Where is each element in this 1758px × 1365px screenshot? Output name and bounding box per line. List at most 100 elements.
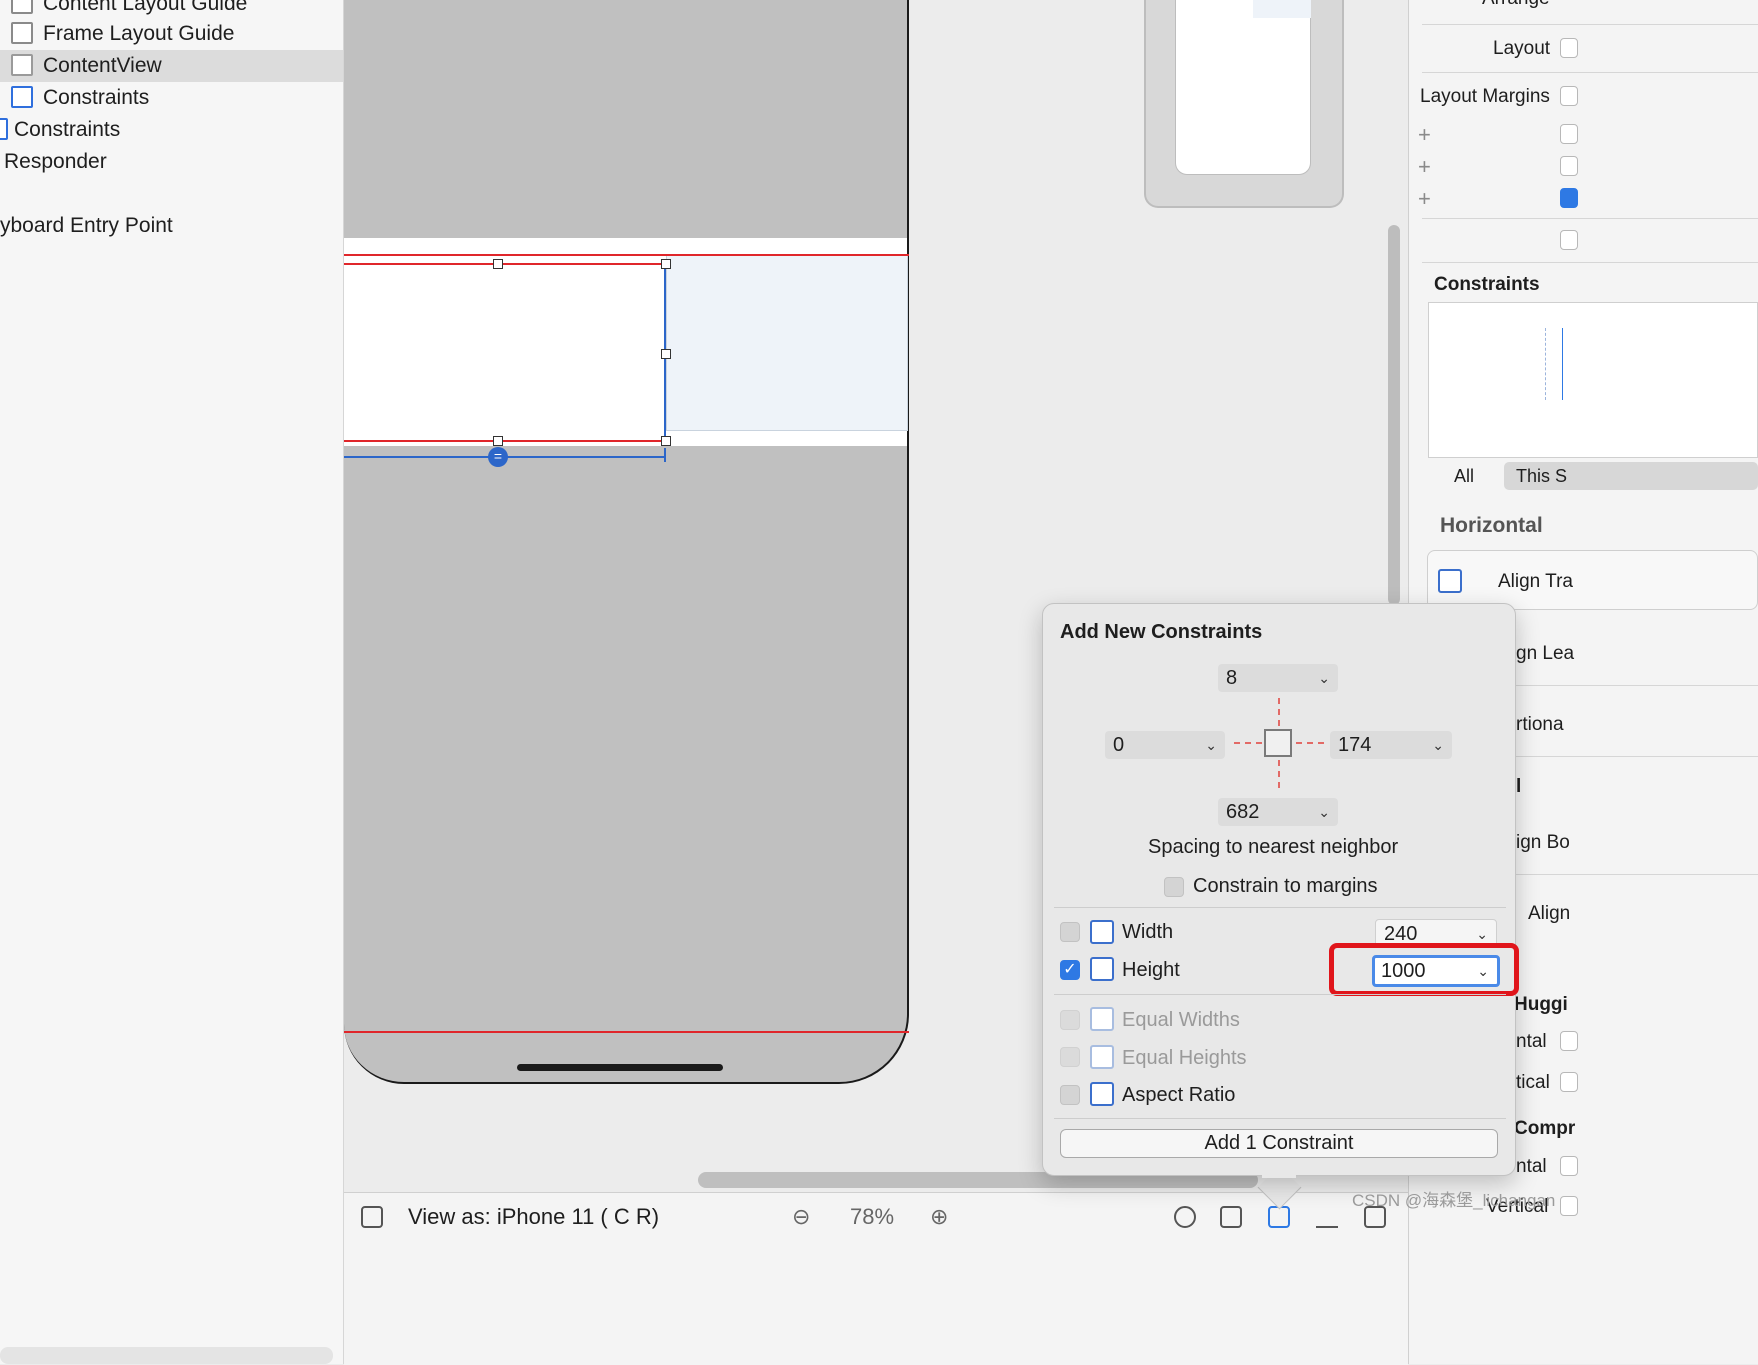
margin-checkbox[interactable] (1560, 156, 1578, 176)
top-spacing-value: 8 (1226, 667, 1238, 689)
update-frames-icon[interactable] (1174, 1206, 1196, 1228)
align-trailing-icon (1438, 569, 1462, 593)
pin-trailing-strut[interactable] (1296, 742, 1324, 744)
add-constraint-button[interactable]: Add 1 Constraint (1060, 1129, 1498, 1158)
chevron-down-icon: ⌄ (1318, 670, 1330, 686)
equal-heights-label: Equal Heights (1122, 1047, 1247, 1069)
trailing-spacing-dropdown[interactable]: 174 ⌄ (1330, 731, 1452, 759)
pin-top-strut[interactable] (1278, 698, 1280, 726)
outline-item-constraints[interactable]: Constraints (0, 82, 343, 114)
pin-center-box (1264, 729, 1292, 757)
horizontal-section-title: Horizontal (1440, 514, 1543, 537)
inspector-divider (1422, 24, 1758, 25)
constraint-row-box[interactable] (1427, 550, 1758, 610)
align-trailing-label[interactable]: Align Tra (1498, 571, 1573, 593)
resize-handle-bottom-right[interactable] (661, 436, 671, 446)
resolve-issues-icon[interactable] (1316, 1206, 1338, 1228)
scroll-view-content[interactable] (666, 255, 908, 431)
constrain-margins-label: Constrain to margins (1193, 875, 1378, 897)
outline-item-constraints-parent[interactable]: Constraints (0, 114, 343, 146)
constraint-diagram-dash (1545, 328, 1546, 400)
bottom-spacing-value: 682 (1226, 801, 1260, 823)
resize-handle-top[interactable] (493, 259, 503, 269)
width-label: Width (1122, 921, 1174, 943)
device-preview-strip (1253, 0, 1311, 18)
spacing-label: Spacing to nearest neighbor (1148, 836, 1399, 858)
vertical-fragment-label: l (1516, 776, 1522, 797)
outline-item-label: Responder (4, 150, 107, 173)
device-top-area (344, 0, 909, 238)
resize-handle-right[interactable] (661, 349, 671, 359)
hugging-vertical-label: tical (1516, 1072, 1550, 1093)
plus-icon[interactable]: + (1418, 186, 1431, 212)
resize-handle-bottom[interactable] (493, 436, 503, 446)
hugging-priority-title: Huggi (1514, 994, 1568, 1015)
align-leading-label[interactable]: gn Lea (1516, 643, 1574, 665)
view-as-device-label[interactable]: View as: iPhone 11 ( C R) (408, 1204, 659, 1230)
constraint-line-view-top (344, 263, 666, 265)
compression-horizontal-label: ntal (1516, 1156, 1547, 1177)
device-bottom-area (344, 446, 909, 1084)
popover-divider (1054, 994, 1506, 995)
equal-heights-checkbox[interactable] (1060, 1047, 1080, 1067)
align-bottom-label[interactable]: ign Bo (1516, 832, 1570, 854)
equal-width-badge[interactable]: = (488, 447, 508, 467)
resize-handle-top-right[interactable] (661, 259, 671, 269)
aspect-ratio-checkbox[interactable] (1060, 1085, 1080, 1105)
outline-item-content-layout-guide[interactable]: Content Layout Guide (0, 0, 343, 20)
plus-icon[interactable]: + (1418, 154, 1431, 180)
width-indicator-tick (664, 448, 666, 462)
segment-this-size-class[interactable]: This S (1504, 462, 1758, 490)
selected-contentview[interactable] (344, 264, 666, 442)
constraints-diagram[interactable] (1428, 302, 1758, 458)
margin-checkbox[interactable] (1560, 124, 1578, 144)
document-outline (0, 0, 344, 1364)
hugging-horizontal-field[interactable] (1560, 1031, 1578, 1051)
width-value: 240 (1384, 923, 1418, 945)
device-preview-screen (1175, 0, 1311, 175)
top-spacing-dropdown[interactable]: 8 ⌄ (1218, 664, 1338, 692)
constraint-line-top (344, 254, 909, 256)
aspect-ratio-label: Aspect Ratio (1122, 1084, 1236, 1106)
hugging-vertical-field[interactable] (1560, 1072, 1578, 1092)
pin-bottom-strut[interactable] (1278, 760, 1280, 788)
compression-horizontal-field[interactable] (1560, 1156, 1578, 1176)
outline-item-frame-layout-guide[interactable]: Frame Layout Guide (0, 18, 343, 50)
constraints-section-title: Constraints (1434, 274, 1540, 295)
embed-in-stack-icon[interactable] (1220, 1206, 1242, 1228)
layout-margins-popup[interactable] (1560, 86, 1578, 106)
segment-all[interactable]: All (1434, 462, 1494, 490)
chevron-down-icon: ⌄ (1205, 737, 1217, 753)
align-label[interactable]: Align (1528, 903, 1570, 925)
outline-toggle-icon[interactable] (361, 1206, 383, 1228)
margin-checkbox[interactable] (1560, 230, 1578, 250)
compression-vertical-field[interactable] (1560, 1196, 1578, 1216)
outline-item-contentview[interactable]: ContentView (0, 50, 343, 82)
constrain-margins-checkbox[interactable] (1164, 877, 1184, 897)
height-checkbox[interactable]: ✓ (1060, 960, 1080, 980)
layout-popup[interactable] (1560, 38, 1578, 58)
canvas-vertical-scrollbar[interactable] (1388, 225, 1400, 605)
inspector-divider (1422, 72, 1758, 73)
zoom-out-icon[interactable]: ⊖ (792, 1204, 810, 1230)
pin-leading-strut[interactable] (1234, 742, 1262, 744)
plus-icon[interactable]: + (1418, 122, 1431, 148)
width-checkbox[interactable] (1060, 922, 1080, 942)
home-indicator (517, 1064, 723, 1071)
inspector-divider (1516, 756, 1758, 757)
margin-checkbox-checked[interactable] (1560, 188, 1578, 208)
layout-label: Layout (1493, 38, 1551, 59)
proportional-label[interactable]: rtiona (1516, 714, 1564, 736)
outline-scrollbar[interactable] (0, 1347, 333, 1364)
chevron-down-icon: ⌄ (1432, 737, 1444, 753)
constraints-icon (11, 86, 33, 108)
outline-item-responder[interactable]: Responder (0, 146, 343, 178)
equal-widths-checkbox[interactable] (1060, 1010, 1080, 1030)
zoom-in-icon[interactable]: ⊕ (930, 1204, 948, 1230)
constraint-line-view-bottom (344, 440, 666, 442)
leading-spacing-dropdown[interactable]: 0 ⌄ (1105, 731, 1225, 759)
inspector-divider (1422, 218, 1758, 219)
bottom-spacing-dropdown[interactable]: 682 ⌄ (1218, 798, 1338, 826)
outline-item-storyboard-entry-point[interactable]: yboard Entry Point (0, 210, 343, 242)
aspect-ratio-icon (1090, 1082, 1114, 1106)
